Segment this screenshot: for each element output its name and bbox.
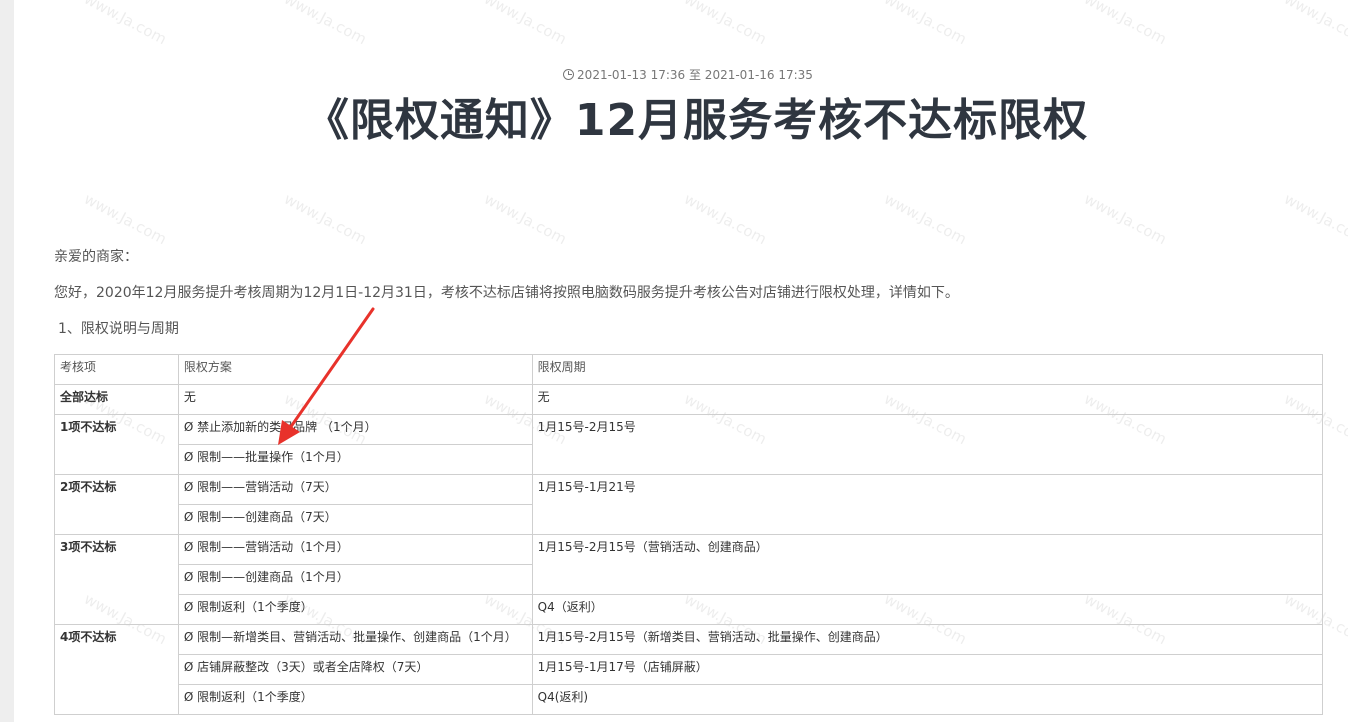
header-restriction-period: 限权周期 [531, 354, 1324, 385]
watermark-text: www.Ja.com [681, 0, 770, 49]
section-heading: 1、限权说明与周期 [58, 321, 179, 337]
restriction-plan: Ø 限制——创建商品（7天） [177, 504, 533, 535]
restriction-plan: Ø 限制返利（1个季度） [177, 594, 533, 625]
restriction-period: Q4（返利） [531, 594, 1324, 625]
page-title: 《限权通知》12月服务考核不达标限权 [304, 95, 1089, 146]
watermark-text: www.Ja.com [881, 0, 970, 49]
restriction-period: 1月15号-2月15号（营销活动、创建商品） [531, 534, 1324, 595]
watermark-text: www.Ja.com [1081, 0, 1170, 49]
watermark-text: www.Ja.com [81, 189, 170, 249]
table-row: Ø 限制返利（1个季度） Q4（返利） [55, 594, 1324, 625]
table-row: Ø 店铺屏蔽整改（3天）或者全店降权（7天） 1月15号-1月17号（店铺屏蔽） [55, 654, 1324, 685]
restriction-period: 无 [531, 384, 1324, 415]
restriction-plan: Ø 店铺屏蔽整改（3天）或者全店降权（7天） [177, 654, 533, 685]
restriction-period: 1月15号-2月15号（新增类目、营销活动、批量操作、创建商品） [531, 624, 1324, 655]
watermark-text: www.Ja.com [481, 189, 570, 249]
assessment-item: 1项不达标 [54, 414, 179, 475]
table-row: Ø 限制返利（1个季度） Q4(返利) [55, 684, 1324, 715]
restriction-period: Q4(返利) [531, 684, 1324, 715]
table-row: 2项不达标 Ø 限制——营销活动（7天） 1月15号-1月21号 [54, 474, 1324, 535]
watermark-text: www.Ja.com [1281, 189, 1348, 249]
table-row: 3项不达标 Ø 限制——营销活动（1个月） 1月15号-2月15号（营销活动、创… [54, 534, 1324, 625]
assessment-item: 4项不达标 [54, 624, 179, 715]
publish-date-range: 2021-01-13 17:36 至 2021-01-16 17:35 [0, 66, 1348, 83]
greeting-text: 亲爱的商家： [54, 249, 138, 265]
table-row: 1项不达标 Ø 禁止添加新的类目品牌 （1个月） 1月15号-2月15号 [54, 414, 1324, 475]
watermark-text: www.Ja.com [281, 0, 370, 49]
restriction-plan: 无 [177, 384, 533, 415]
watermark-text: www.Ja.com [1081, 189, 1170, 249]
watermark-text: www.Ja.com [681, 189, 770, 249]
restriction-period: 1月15号-2月15号 [531, 414, 1324, 475]
assessment-item: 2项不达标 [54, 474, 179, 535]
restriction-period: 1月15号-1月17号（店铺屏蔽） [531, 654, 1324, 685]
restriction-period: 1月15号-1月21号 [531, 474, 1324, 535]
table-header-row: 考核项 限权方案 限权周期 [54, 354, 1324, 385]
restriction-plan: Ø 限制返利（1个季度） [177, 684, 533, 715]
assessment-item: 全部达标 [54, 384, 179, 415]
clock-icon [563, 69, 575, 80]
header-restriction-plan: 限权方案 [177, 354, 533, 385]
restriction-plan: Ø 限制——批量操作（1个月） [177, 444, 533, 475]
restriction-plan: Ø 限制—新增类目、营销活动、批量操作、创建商品（1个月） [177, 624, 533, 655]
restriction-plan: Ø 限制——营销活动（1个月） [177, 534, 533, 565]
intro-paragraph: 您好，2020年12月服务提升考核周期为12月1日-12月31日，考核不达标店铺… [54, 285, 959, 301]
watermark-text: www.Ja.com [281, 189, 370, 249]
restriction-plan: Ø 限制——创建商品（1个月） [177, 564, 533, 595]
restriction-plan: Ø 限制——营销活动（7天） [177, 474, 533, 505]
table-row: 全部达标 无 无 [54, 384, 1324, 415]
date-range-text: 2021-01-13 17:36 至 2021-01-16 17:35 [577, 68, 813, 82]
table-row: 4项不达标 Ø 限制—新增类目、营销活动、批量操作、创建商品（1个月） 1月15… [54, 624, 1324, 715]
watermark-text: www.Ja.com [1281, 0, 1348, 49]
restriction-table: 考核项 限权方案 限权周期 全部达标 无 无 1项不达标 Ø 禁止添加新的类目品… [54, 354, 1324, 715]
restriction-plan: Ø 禁止添加新的类目品牌 （1个月） [177, 414, 533, 445]
watermark-text: www.Ja.com [81, 0, 170, 49]
header-assessment-item: 考核项 [54, 354, 179, 385]
watermark-text: www.Ja.com [881, 189, 970, 249]
assessment-item: 3项不达标 [54, 534, 179, 625]
watermark-text: www.Ja.com [481, 0, 570, 49]
